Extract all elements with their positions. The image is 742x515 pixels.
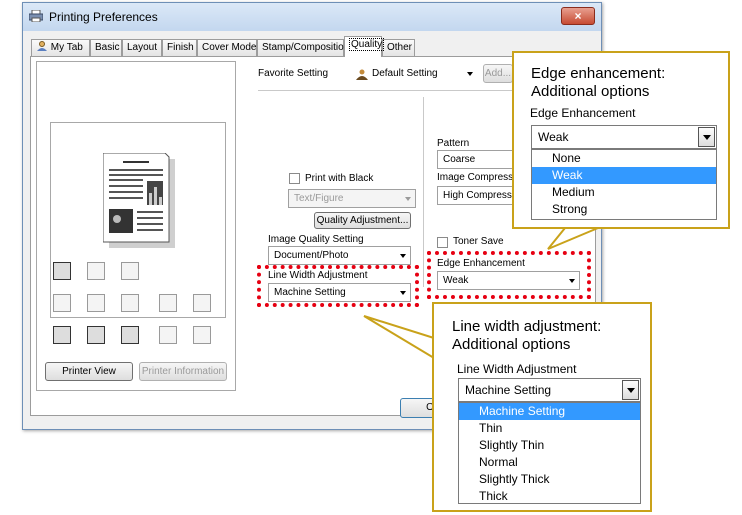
line-width-options: Machine Setting Thin Slightly Thin Normal Sl… — [458, 402, 641, 504]
edge-enhancement-options: None Weak Medium Strong — [531, 149, 717, 220]
tab-quality[interactable]: Quality — [344, 36, 385, 57]
line-width-callout: Line width adjustment: Additional option… — [432, 302, 652, 512]
chevron-down-icon — [698, 127, 715, 147]
dropdown-option[interactable]: Weak — [532, 167, 716, 184]
dropdown-option[interactable]: None — [532, 150, 716, 167]
dropdown-option[interactable]: Normal — [459, 454, 640, 471]
dropdown-option[interactable]: Machine Setting — [459, 403, 640, 420]
dropdown-option[interactable]: Strong — [532, 201, 716, 218]
callout-title: Edge enhancement: — [531, 65, 666, 82]
dropdown-option[interactable]: Slightly Thin — [459, 437, 640, 454]
dropdown-option[interactable]: Slightly Thick — [459, 471, 640, 488]
callout-combo-label: Edge Enhancement — [530, 106, 636, 120]
tab-label: Quality — [349, 38, 385, 51]
combo-value: Machine Setting — [465, 383, 552, 397]
edge-enhancement-callout: Edge enhancement: Additional options Edg… — [512, 51, 730, 229]
edge-enhancement-combo[interactable]: Weak — [531, 125, 717, 149]
chevron-down-icon — [622, 380, 639, 400]
dropdown-option[interactable]: Thick — [459, 488, 640, 505]
callout-subtitle: Additional options — [452, 336, 571, 353]
combo-value: Weak — [538, 130, 569, 144]
callout-title: Line width adjustment: — [452, 318, 602, 335]
line-width-combo[interactable]: Machine Setting — [458, 378, 641, 402]
dropdown-option[interactable]: Medium — [532, 184, 716, 201]
callout-combo-label: Line Width Adjustment — [457, 362, 577, 376]
dropdown-option[interactable]: Thin — [459, 420, 640, 437]
callout-subtitle: Additional options — [531, 83, 650, 100]
